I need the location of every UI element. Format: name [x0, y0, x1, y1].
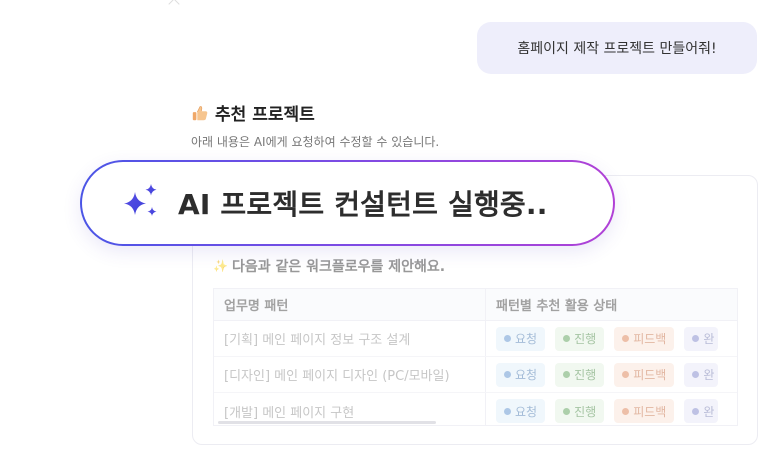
dot-icon	[563, 407, 571, 415]
status-chip-feedback[interactable]: 피드백	[614, 362, 675, 387]
dot-icon	[504, 407, 511, 415]
status-chip-request[interactable]: 요청	[496, 362, 546, 387]
status-chip-progress[interactable]: 진행	[555, 399, 605, 423]
chip-label: 진행	[574, 332, 597, 346]
dot-icon	[622, 407, 630, 415]
ai-consultant-status-pill: AI 프로젝트 컨설턴트 실행중..	[80, 160, 615, 246]
chip-label: 요청	[515, 404, 538, 419]
status-cell: 요청 진행 피드백 완	[486, 393, 737, 425]
thumbs-up-icon	[192, 105, 208, 120]
dot-icon	[504, 371, 511, 378]
ai-sparkles-icon	[124, 184, 157, 216]
table-row[interactable]: [디자인] 메인 페이지 디자인 (PC/모바일) 요청 진행 피드백 완	[214, 357, 737, 393]
status-chip-complete[interactable]: 완	[684, 326, 719, 351]
chip-label: 완	[703, 404, 715, 419]
dot-icon	[504, 335, 511, 342]
status-chip-request[interactable]: 요청	[496, 399, 546, 423]
chip-label: 요청	[515, 332, 538, 346]
chip-label: 진행	[574, 368, 597, 382]
task-name-cell: [기획] 메인 페이지 정보 구조 설계	[214, 321, 486, 356]
recommendation-title: 추천 프로젝트	[191, 100, 315, 125]
status-pill-text: AI 프로젝트 컨설턴트 실행중..	[178, 188, 548, 221]
status-chip-progress[interactable]: 진행	[555, 326, 605, 351]
sparkle-icon: ✨	[213, 259, 228, 273]
column-header-task: 업무명 패턴	[214, 289, 486, 320]
workflow-table: 업무명 패턴 패턴별 추천 활용 상태 [기획] 메인 페이지 정보 구조 설계…	[213, 288, 738, 426]
dot-icon	[692, 371, 700, 378]
decorative-corner	[168, 0, 180, 10]
chip-label: 요청	[515, 368, 538, 382]
workflow-heading-text: 다음과 같은 워크플로우를 제안해요.	[231, 259, 446, 275]
status-pill-content: AI 프로젝트 컨설턴트 실행중..	[82, 162, 613, 244]
status-chip-feedback[interactable]: 피드백	[614, 326, 675, 351]
user-message-bubble: 홈페이지 제작 프로젝트 만들어줘!	[477, 22, 757, 74]
workflow-heading: ✨ 다음과 같은 워크플로우를 제안해요.	[213, 256, 445, 276]
chip-label: 피드백	[633, 332, 667, 346]
dot-icon	[622, 371, 630, 378]
table-header-row: 업무명 패턴 패턴별 추천 활용 상태	[214, 289, 737, 321]
status-cell: 요청 진행 피드백 완	[486, 357, 737, 392]
status-chip-complete[interactable]: 완	[684, 399, 719, 423]
dot-icon	[563, 335, 571, 342]
chip-label: 피드백	[633, 368, 667, 382]
recommendation-subtitle: 아래 내용은 AI에게 요청하여 수정할 수 있습니다.	[191, 135, 440, 149]
status-chip-feedback[interactable]: 피드백	[614, 399, 675, 423]
task-name-cell: [디자인] 메인 페이지 디자인 (PC/모바일)	[214, 357, 486, 392]
dot-icon	[692, 335, 700, 342]
table-row[interactable]: [기획] 메인 페이지 정보 구조 설계 요청 진행 피드백 완	[214, 321, 737, 357]
horizontal-scrollbar[interactable]	[218, 421, 436, 424]
chip-label: 피드백	[633, 404, 667, 419]
status-chip-progress[interactable]: 진행	[555, 362, 605, 387]
dot-icon	[563, 371, 571, 378]
status-chip-complete[interactable]: 완	[684, 362, 719, 387]
chip-label: 완	[703, 368, 715, 382]
recommendation-title-text: 추천 프로젝트	[215, 105, 315, 125]
chip-label: 완	[703, 332, 715, 346]
chip-label: 진행	[574, 404, 597, 419]
dot-icon	[622, 335, 630, 342]
status-cell: 요청 진행 피드백 완	[486, 321, 737, 356]
column-header-status: 패턴별 추천 활용 상태	[496, 299, 618, 314]
status-chip-request[interactable]: 요청	[496, 326, 546, 351]
user-message-text: 홈페이지 제작 프로젝트 만들어줘!	[517, 41, 717, 57]
dot-icon	[692, 407, 700, 415]
